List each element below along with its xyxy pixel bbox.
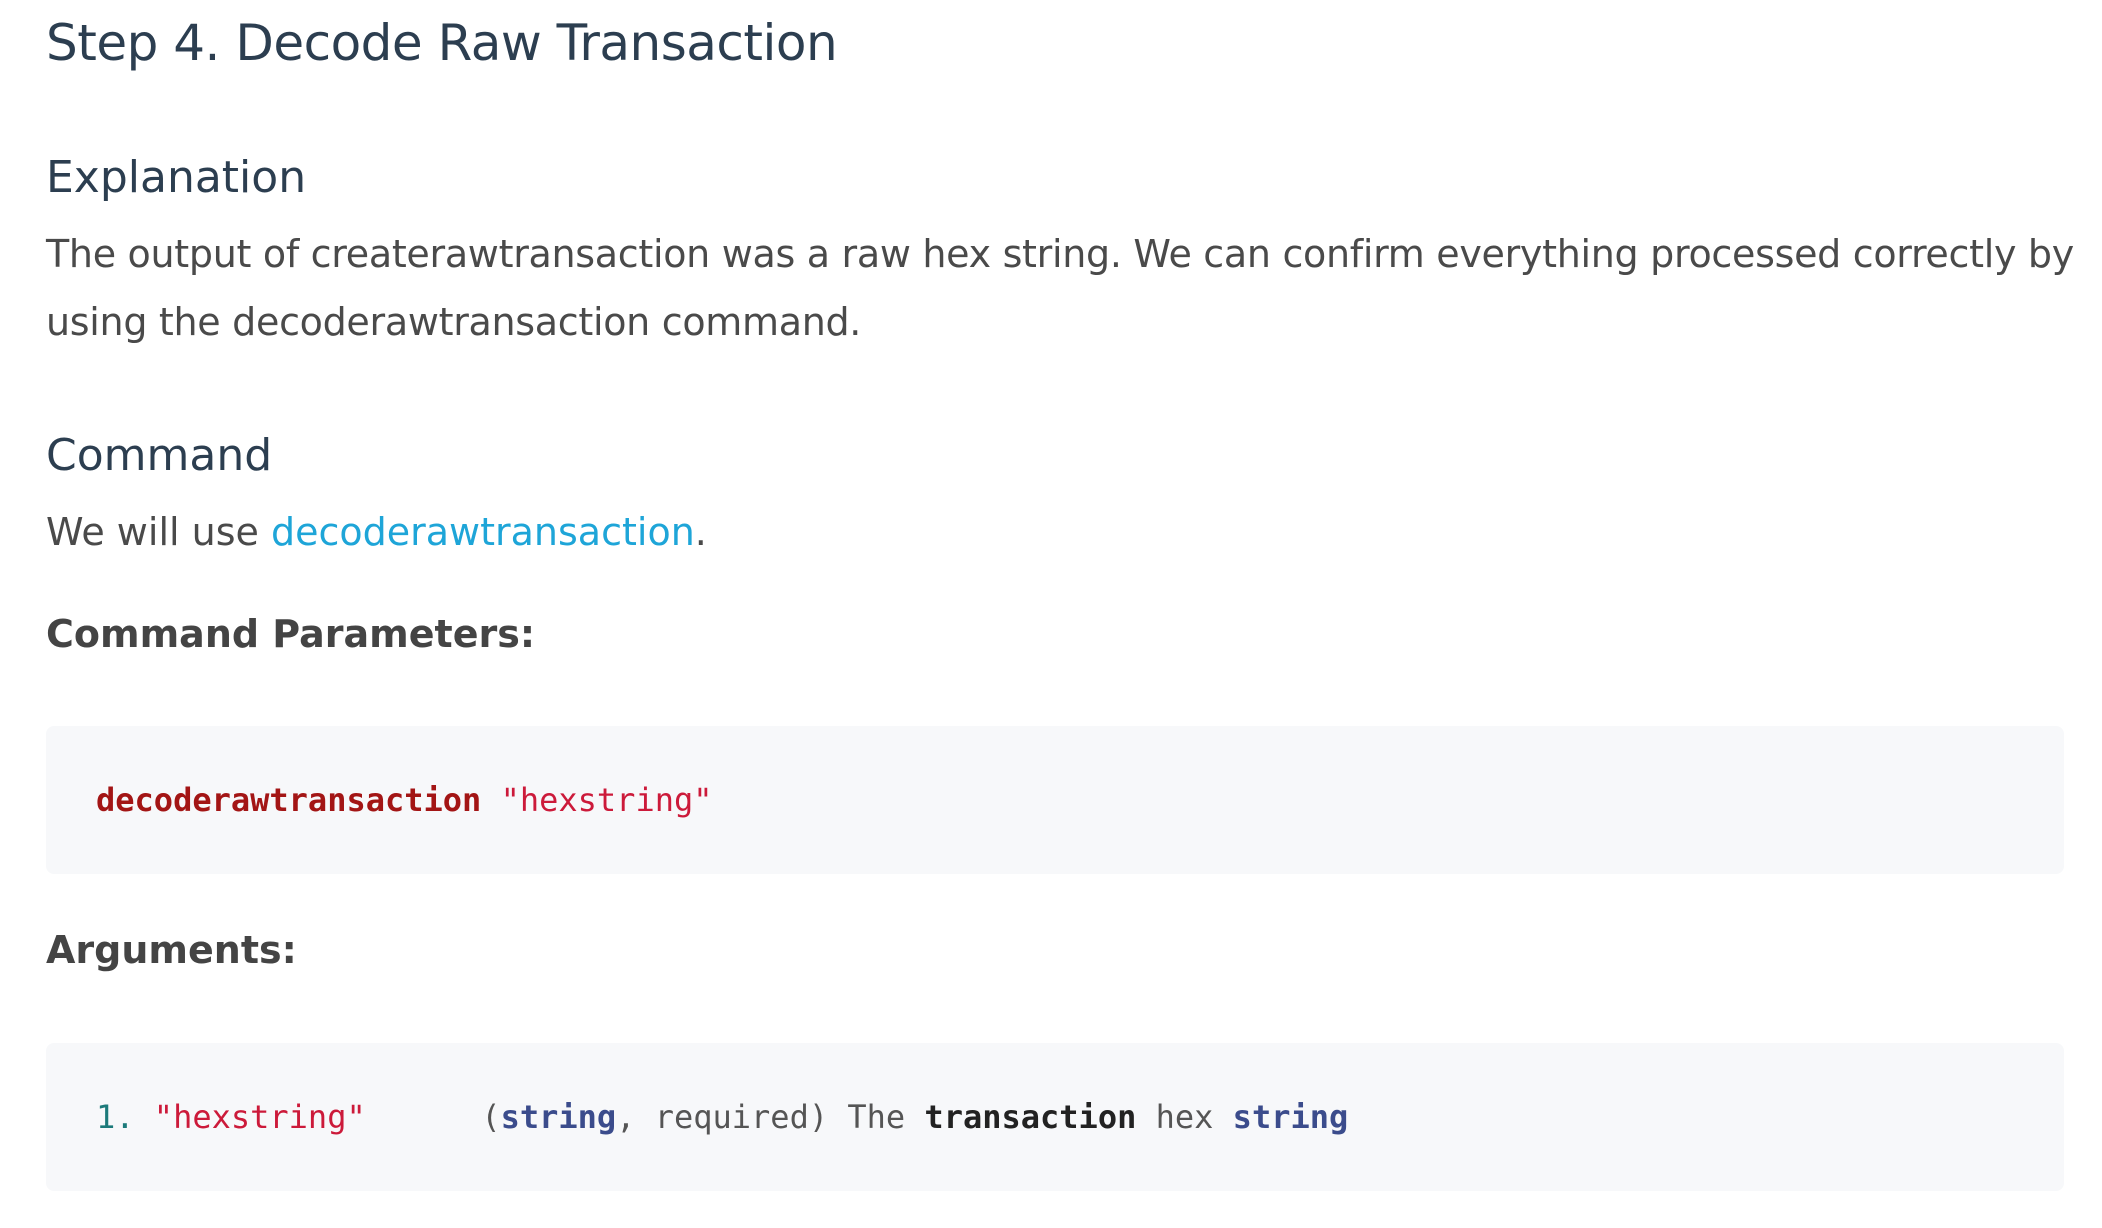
command-intro: We will use decoderawtransaction. [46,498,2076,566]
argument-desc-transaction: transaction [924,1098,1137,1136]
arguments-heading: Arguments: [46,928,297,972]
argument-name: "hexstring" [153,1098,366,1136]
argument-number: 1. [96,1098,135,1136]
command-heading: Command [46,430,273,481]
command-parameters-heading: Command Parameters: [46,612,536,656]
code-hexstring-arg: "hexstring" [500,781,713,819]
argument-desc-string: string [1232,1098,1349,1136]
command-intro-prefix: We will use [46,510,271,554]
argument-type: string [500,1098,617,1136]
command-intro-suffix: . [694,510,707,554]
argument-desc-the: The [847,1098,906,1136]
command-parameters-code-block[interactable]: decoderawtransaction "hexstring" [46,726,2064,874]
argument-desc-hex: hex [1155,1098,1214,1136]
argument-open-paren: ( [481,1098,501,1136]
explanation-text: The output of createrawtransaction was a… [46,232,2074,344]
arguments-code-block[interactable]: 1. "hexstring" (string, required) The tr… [46,1043,2064,1191]
decoderawtransaction-link[interactable]: decoderawtransaction [271,510,695,554]
page-title: Step 4. Decode Raw Transaction [46,14,838,72]
argument-required: , required) [616,1098,829,1136]
code-command-name: decoderawtransaction [96,781,482,819]
explanation-heading: Explanation [46,152,307,203]
page: Step 4. Decode Raw Transaction Explanati… [0,0,2102,1228]
